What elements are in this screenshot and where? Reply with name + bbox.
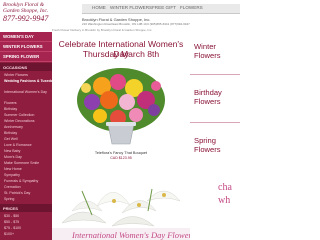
bouquet-image[interactable]	[72, 64, 170, 149]
rail-bottom-text-1: cha	[218, 182, 232, 193]
right-rail: Winter Flowers Birthday Flowers Spring F…	[190, 32, 240, 240]
product-name[interactable]: Teleflora's Fancy That Bouquet	[52, 151, 190, 155]
occasion-link[interactable]: Funerals & Sympathy	[4, 179, 38, 183]
womens-day-banner[interactable]: International Women's Day Flowers	[52, 228, 195, 240]
occasion-link[interactable]: Summer Collection	[4, 113, 34, 117]
sidebar: WOMEN'S DAY WINTER FLOWERS SPRING FLOWER…	[0, 32, 64, 240]
nav-free-gift[interactable]: FREE GIFT	[152, 5, 176, 10]
store-address: 216 Washington Road East Brooklin, ON L0…	[82, 22, 190, 26]
occasion-link[interactable]: St. Patrick's Day	[4, 191, 30, 195]
occasion-link[interactable]: Birthday	[4, 107, 17, 111]
occasion-link[interactable]: Winter Decorations	[4, 119, 35, 123]
divider	[190, 74, 240, 75]
occasion-link[interactable]: Winter Flowers	[4, 73, 28, 77]
sidebar-item-womens-day[interactable]: WOMEN'S DAY	[0, 32, 52, 42]
occasion-link[interactable]: New Home	[4, 167, 22, 171]
sidebar-item-winter-flowers[interactable]: WINTER FLOWERS	[0, 42, 52, 52]
occasion-link[interactable]: Love & Romance	[4, 143, 32, 147]
occasion-link[interactable]: Cremation	[4, 185, 21, 189]
logo-phone: 877-992-9947	[3, 14, 49, 23]
occasion-link[interactable]: New Baby	[4, 149, 20, 153]
store-logo[interactable]: Brooklyn Floral & Garden Shoppe, Inc. 87…	[0, 0, 52, 28]
occasion-link[interactable]: Mom's Day	[4, 155, 22, 159]
occasion-link[interactable]: Birthday	[4, 131, 17, 135]
price-link[interactable]: $75 - $100	[4, 226, 21, 230]
sidebar-item-spring-flower[interactable]: SPRING FLOWER	[0, 52, 52, 62]
headline-line2: Thursday March 8th	[82, 49, 160, 59]
occasion-link[interactable]: Spring	[4, 197, 14, 201]
banner-text: International Women's Day Flowers	[72, 230, 196, 240]
rail-bottom-promo[interactable]	[190, 174, 240, 240]
nav-home[interactable]: HOME	[92, 5, 106, 10]
prices-heading: PRICES	[0, 204, 52, 212]
lilies-image[interactable]	[52, 171, 190, 231]
price-link[interactable]: $30 - $50	[4, 214, 19, 218]
occasions-heading: OCCASIONS	[0, 63, 52, 71]
occasion-link[interactable]: Flowers	[4, 101, 17, 105]
nav-flowers[interactable]: FLOWERS	[180, 5, 203, 10]
main-content: Celebrate International Women's Day Thur…	[52, 32, 195, 240]
product-price: CAD $123.95	[110, 156, 132, 160]
price-link[interactable]: $50 - $75	[4, 220, 19, 224]
occasion-link[interactable]: Make Someone Smile	[4, 161, 39, 165]
top-nav: HOME WINTER FLOWERS FREE GIFT FLOWERS	[82, 4, 240, 14]
logo-name: Brooklyn Floral & Garden Shoppe, Inc.	[3, 2, 49, 14]
occasion-link[interactable]: Sympathy	[4, 173, 20, 177]
occasion-link[interactable]: International Women's Day	[4, 90, 47, 94]
price-link[interactable]: $100+	[4, 232, 14, 236]
divider	[190, 122, 240, 123]
occasion-link[interactable]: Anniversary	[4, 125, 23, 129]
nav-winter-flowers[interactable]: WINTER FLOWERS	[110, 5, 152, 10]
occasion-link[interactable]: Get Well	[4, 137, 18, 141]
rail-bottom-text-2: wh	[218, 195, 231, 206]
